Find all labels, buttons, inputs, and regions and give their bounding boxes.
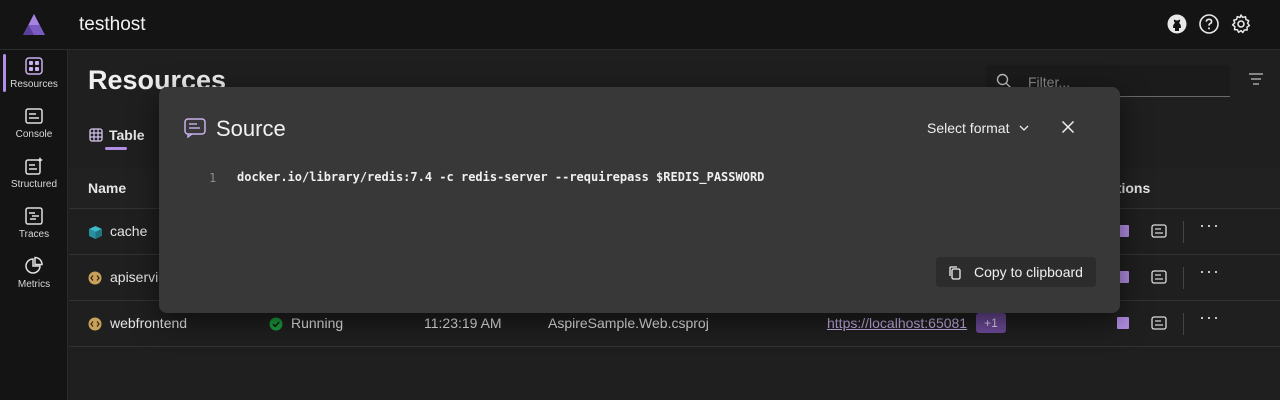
container-icon bbox=[89, 226, 102, 239]
console-log-icon[interactable] bbox=[1151, 270, 1167, 284]
column-header-name[interactable]: Name bbox=[88, 180, 126, 196]
nav-label: Resources bbox=[10, 79, 58, 90]
tab-table[interactable]: Table bbox=[89, 127, 145, 143]
action-divider bbox=[1183, 267, 1184, 289]
traces-icon bbox=[25, 207, 43, 225]
table-icon bbox=[89, 128, 103, 142]
github-icon[interactable] bbox=[1166, 13, 1188, 35]
nav-label: Traces bbox=[18, 229, 50, 240]
start-time: 11:23:19 AM bbox=[424, 315, 502, 331]
console-log-icon[interactable] bbox=[1151, 224, 1167, 238]
project-icon bbox=[88, 317, 102, 331]
select-format-label: Select format bbox=[927, 120, 1010, 136]
chevron-down-icon bbox=[1020, 125, 1029, 131]
copy-icon bbox=[949, 266, 961, 280]
running-status-icon bbox=[269, 317, 283, 331]
app-title: testhost bbox=[79, 14, 146, 35]
dialog-title: Source bbox=[216, 116, 286, 141]
nav-item-structured[interactable]: Structured bbox=[0, 150, 68, 196]
close-icon[interactable] bbox=[1061, 120, 1075, 134]
project-icon bbox=[88, 271, 102, 285]
source-code-text[interactable]: docker.io/library/redis:7.4 -c redis-ser… bbox=[237, 170, 764, 184]
endpoint-count-badge[interactable]: +1 bbox=[976, 313, 1006, 333]
nav-label: Structured bbox=[10, 179, 58, 190]
resource-name: cache bbox=[110, 223, 148, 239]
filter-lines-icon[interactable] bbox=[1248, 73, 1264, 85]
help-icon[interactable] bbox=[1198, 13, 1220, 35]
nav-item-resources[interactable]: Resources bbox=[0, 50, 68, 96]
top-bar: testhost bbox=[0, 0, 1280, 50]
copy-label: Copy to clipboard bbox=[974, 264, 1083, 280]
action-divider bbox=[1183, 221, 1184, 243]
settings-icon[interactable] bbox=[1230, 13, 1252, 35]
resources-icon bbox=[25, 57, 43, 75]
more-actions-icon[interactable]: ··· bbox=[1199, 261, 1220, 282]
endpoint-link[interactable]: https://localhost:65081 bbox=[827, 315, 967, 331]
console-icon bbox=[25, 108, 43, 124]
nav-item-traces[interactable]: Traces bbox=[0, 200, 68, 246]
source-dialog: Source Select format 1 docker.io/library… bbox=[159, 87, 1120, 313]
metrics-icon bbox=[25, 256, 43, 274]
select-format-button[interactable]: Select format bbox=[927, 120, 1029, 136]
structured-icon bbox=[25, 157, 43, 175]
tab-table-label: Table bbox=[109, 127, 145, 143]
resource-name: apiservic bbox=[110, 269, 166, 285]
more-actions-icon[interactable]: ··· bbox=[1199, 215, 1220, 236]
resource-state: Running bbox=[291, 315, 344, 331]
side-nav: Resources Console Structured Traces Metr… bbox=[0, 50, 68, 400]
code-line-number: 1 bbox=[209, 171, 217, 185]
more-actions-icon[interactable]: ··· bbox=[1199, 307, 1220, 328]
source-icon bbox=[184, 118, 206, 138]
aspire-logo-icon[interactable] bbox=[22, 13, 46, 37]
resource-name: webfrontend bbox=[110, 315, 188, 331]
console-log-icon[interactable] bbox=[1151, 316, 1167, 330]
stop-button[interactable] bbox=[1117, 317, 1129, 329]
nav-item-console[interactable]: Console bbox=[0, 100, 68, 146]
resource-source: AspireSample.Web.csproj bbox=[548, 315, 709, 331]
nav-item-metrics[interactable]: Metrics bbox=[0, 250, 68, 296]
nav-label: Metrics bbox=[17, 279, 51, 290]
nav-label: Console bbox=[15, 129, 53, 140]
copy-to-clipboard-button[interactable]: Copy to clipboard bbox=[936, 257, 1096, 287]
tab-underline bbox=[105, 147, 127, 150]
action-divider bbox=[1183, 313, 1184, 335]
